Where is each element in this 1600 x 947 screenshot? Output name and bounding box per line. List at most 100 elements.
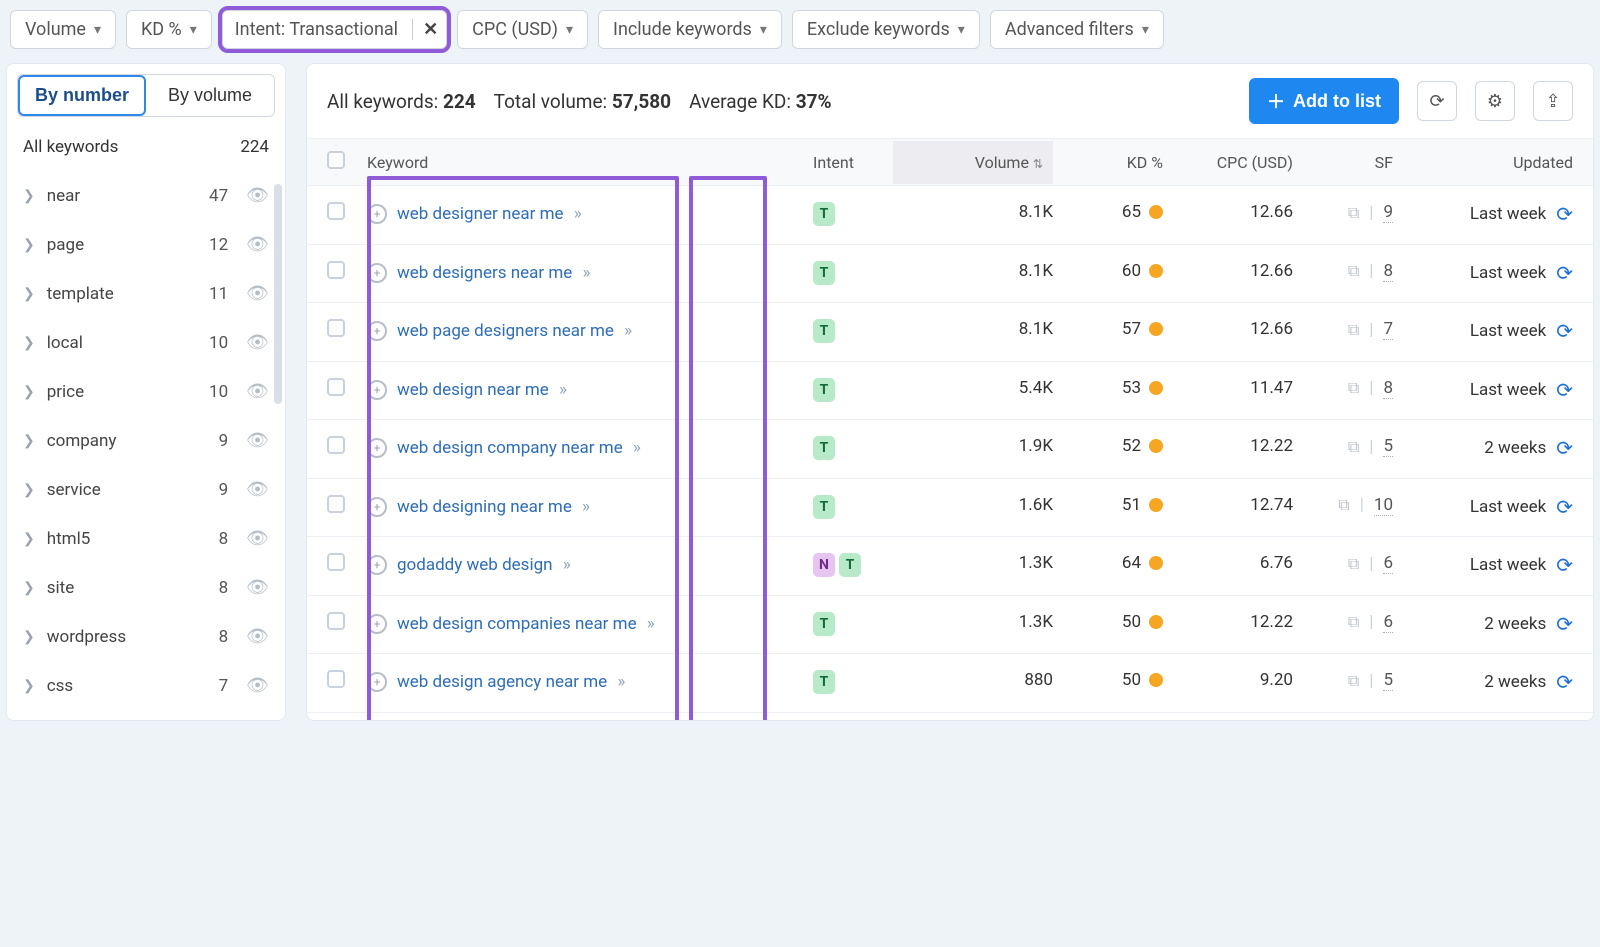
refresh-icon[interactable]: ⟳: [1556, 202, 1573, 226]
filter-kd[interactable]: KD %▾: [126, 10, 212, 49]
row-checkbox[interactable]: [327, 202, 345, 220]
scrollbar[interactable]: [274, 184, 282, 404]
toggle-by-number[interactable]: By number: [18, 75, 146, 116]
expand-icon[interactable]: +: [367, 321, 387, 341]
expand-icon[interactable]: +: [367, 263, 387, 283]
close-icon[interactable]: ✕: [412, 19, 438, 40]
cell-sf[interactable]: 8: [1383, 378, 1393, 399]
keyword-link[interactable]: web designers near me »: [397, 261, 591, 287]
sidebar-item-wordpress[interactable]: ❯wordpress8👁: [17, 612, 275, 661]
eye-icon[interactable]: 👁: [246, 332, 269, 353]
cell-sf[interactable]: 6: [1383, 553, 1393, 574]
keyword-link[interactable]: web design agency near me »: [397, 670, 625, 696]
refresh-icon[interactable]: ⟳: [1556, 261, 1573, 285]
expand-icon[interactable]: +: [367, 204, 387, 224]
sidebar-item-site[interactable]: ❯site8👁: [17, 563, 275, 612]
expand-icon[interactable]: +: [367, 555, 387, 575]
sidebar-item-company[interactable]: ❯company9👁: [17, 416, 275, 465]
refresh-icon[interactable]: ⟳: [1556, 319, 1573, 343]
serp-icon[interactable]: ⧉: [1348, 320, 1359, 340]
cell-sf[interactable]: 9: [1383, 202, 1393, 223]
eye-icon[interactable]: 👁: [246, 675, 269, 696]
sidebar-all-keywords[interactable]: All keywords224: [17, 131, 275, 171]
cell-sf[interactable]: 5: [1383, 670, 1393, 691]
col-cpc[interactable]: CPC (USD): [1163, 153, 1293, 172]
eye-icon[interactable]: 👁: [246, 626, 269, 647]
serp-icon[interactable]: ⧉: [1348, 261, 1359, 281]
keyword-link[interactable]: godaddy web design »: [397, 553, 571, 579]
eye-icon[interactable]: 👁: [246, 430, 269, 451]
sidebar-item-local[interactable]: ❯local10👁: [17, 318, 275, 367]
keyword-link[interactable]: web designer near me »: [397, 202, 582, 228]
eye-icon[interactable]: 👁: [246, 381, 269, 402]
expand-icon[interactable]: +: [367, 380, 387, 400]
expand-icon[interactable]: +: [367, 614, 387, 634]
sidebar-item-html5[interactable]: ❯html58👁: [17, 514, 275, 563]
sidebar-item-service[interactable]: ❯service9👁: [17, 465, 275, 514]
export-button[interactable]: ⇪: [1533, 81, 1573, 121]
serp-icon[interactable]: ⧉: [1348, 203, 1359, 223]
add-to-list-button[interactable]: ＋Add to list: [1249, 78, 1399, 124]
eye-icon[interactable]: 👁: [246, 528, 269, 549]
refresh-icon[interactable]: ⟳: [1556, 378, 1573, 402]
filter-intent[interactable]: Intent: Transactional ✕: [222, 10, 447, 49]
serp-icon[interactable]: ⧉: [1348, 378, 1359, 398]
eye-icon[interactable]: 👁: [246, 479, 269, 500]
col-keyword[interactable]: Keyword: [367, 153, 813, 172]
filter-cpc[interactable]: CPC (USD)▾: [457, 10, 588, 49]
row-checkbox[interactable]: [327, 378, 345, 396]
keyword-link[interactable]: web page designers near me »: [397, 319, 632, 345]
sidebar-item-template[interactable]: ❯template11👁: [17, 269, 275, 318]
col-volume[interactable]: Volume⇅: [893, 141, 1053, 184]
keyword-link[interactable]: web designing near me »: [397, 495, 590, 521]
expand-icon[interactable]: +: [367, 438, 387, 458]
sidebar-item-css[interactable]: ❯css7👁: [17, 661, 275, 710]
eye-icon[interactable]: 👁: [246, 185, 269, 206]
cell-sf[interactable]: 8: [1383, 261, 1393, 282]
cell-sf[interactable]: 5: [1383, 436, 1393, 457]
row-checkbox[interactable]: [327, 261, 345, 279]
filter-advanced[interactable]: Advanced filters▾: [990, 10, 1164, 49]
toggle-by-volume[interactable]: By volume: [146, 75, 274, 116]
refresh-button[interactable]: ⟳: [1417, 81, 1457, 121]
expand-icon[interactable]: +: [367, 497, 387, 517]
serp-icon[interactable]: ⧉: [1348, 554, 1359, 574]
refresh-icon[interactable]: ⟳: [1556, 436, 1573, 460]
filter-exclude[interactable]: Exclude keywords▾: [792, 10, 980, 49]
sidebar-item-near[interactable]: ❯near47👁: [17, 171, 275, 220]
serp-icon[interactable]: ⧉: [1338, 495, 1349, 515]
col-sf[interactable]: SF: [1293, 153, 1393, 172]
keyword-link[interactable]: web design near me »: [397, 378, 567, 404]
serp-icon[interactable]: ⧉: [1348, 612, 1359, 632]
refresh-icon[interactable]: ⟳: [1556, 670, 1573, 694]
col-updated[interactable]: Updated: [1393, 153, 1573, 172]
col-kd[interactable]: KD %: [1053, 153, 1163, 172]
serp-icon[interactable]: ⧉: [1348, 671, 1359, 691]
filter-volume[interactable]: Volume▾: [10, 10, 116, 49]
expand-icon[interactable]: +: [367, 672, 387, 692]
cell-sf[interactable]: 10: [1374, 495, 1393, 516]
cell-sf[interactable]: 6: [1383, 612, 1393, 633]
sidebar-item-price[interactable]: ❯price10👁: [17, 367, 275, 416]
filter-include[interactable]: Include keywords▾: [598, 10, 782, 49]
refresh-icon[interactable]: ⟳: [1556, 495, 1573, 519]
row-checkbox[interactable]: [327, 612, 345, 630]
settings-button[interactable]: ⚙: [1475, 81, 1515, 121]
refresh-icon[interactable]: ⟳: [1556, 612, 1573, 636]
eye-icon[interactable]: 👁: [246, 234, 269, 255]
cell-sf[interactable]: 7: [1383, 319, 1393, 340]
keyword-link[interactable]: web design companies near me »: [397, 612, 655, 638]
eye-icon[interactable]: 👁: [246, 283, 269, 304]
row-checkbox[interactable]: [327, 495, 345, 513]
keyword-link[interactable]: web design company near me »: [397, 436, 641, 462]
col-intent[interactable]: Intent: [813, 153, 893, 172]
row-checkbox[interactable]: [327, 670, 345, 688]
select-all-checkbox[interactable]: [327, 151, 345, 169]
eye-icon[interactable]: 👁: [246, 577, 269, 598]
serp-icon[interactable]: ⧉: [1348, 437, 1359, 457]
sidebar-item-page[interactable]: ❯page12👁: [17, 220, 275, 269]
refresh-icon[interactable]: ⟳: [1556, 553, 1573, 577]
row-checkbox[interactable]: [327, 319, 345, 337]
row-checkbox[interactable]: [327, 553, 345, 571]
row-checkbox[interactable]: [327, 436, 345, 454]
